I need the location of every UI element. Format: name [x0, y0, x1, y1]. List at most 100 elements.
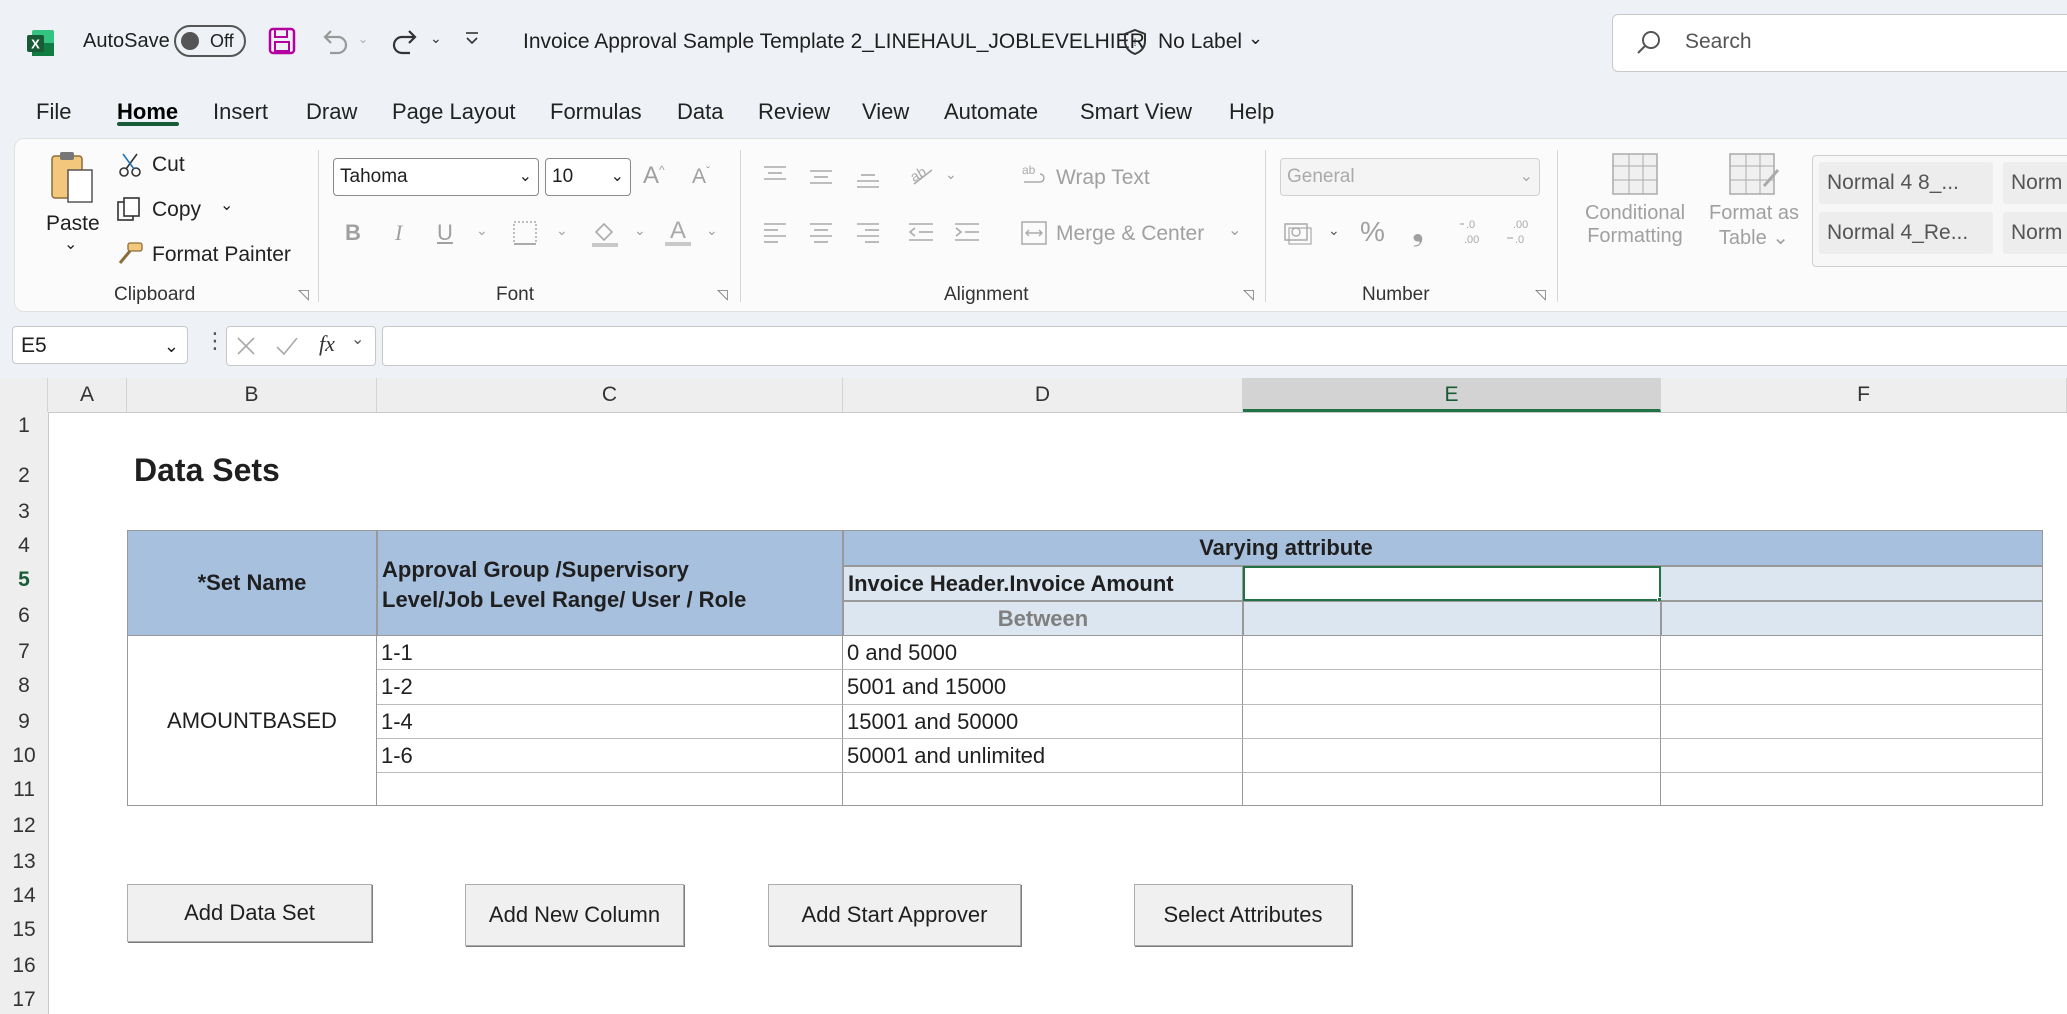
- row-header[interactable]: 7: [0, 640, 48, 664]
- row-header[interactable]: 9: [0, 710, 48, 734]
- align-top-icon[interactable]: [762, 164, 788, 191]
- tab-help[interactable]: Help: [1229, 99, 1274, 125]
- tab-draw[interactable]: Draw: [306, 99, 357, 125]
- comma-style-button[interactable]: ❟: [1412, 214, 1424, 248]
- empty-cell[interactable]: [1243, 670, 1661, 705]
- save-icon[interactable]: [268, 27, 296, 60]
- level-cell[interactable]: 1-4: [377, 705, 843, 739]
- row-header[interactable]: 8: [0, 674, 48, 698]
- search-box[interactable]: Search: [1612, 14, 2067, 72]
- empty-cell[interactable]: [377, 773, 843, 806]
- range-cell[interactable]: 50001 and unlimited: [843, 739, 1243, 773]
- empty-cell[interactable]: [1661, 636, 2043, 670]
- empty-cell[interactable]: [1243, 636, 1661, 670]
- align-bottom-icon[interactable]: [855, 168, 881, 195]
- selected-cell-e5[interactable]: [1243, 566, 1661, 601]
- empty-cell[interactable]: [1661, 670, 2043, 705]
- cell-style-item[interactable]: Norm: [2003, 212, 2067, 254]
- font-name-select[interactable]: Tahoma ⌄: [333, 158, 539, 196]
- tab-smart-view[interactable]: Smart View: [1080, 99, 1192, 125]
- font-size-select[interactable]: 10 ⌄: [545, 158, 631, 196]
- add-new-column-button[interactable]: Add New Column: [465, 884, 684, 946]
- tab-file[interactable]: File: [36, 99, 71, 125]
- tab-review[interactable]: Review: [758, 99, 830, 125]
- row-header[interactable]: 13: [0, 850, 48, 874]
- font-color-dropdown-icon[interactable]: ⌄: [706, 222, 718, 239]
- redo-icon[interactable]: [390, 27, 420, 60]
- font-color-icon[interactable]: A: [663, 216, 693, 253]
- insert-function-icon[interactable]: fx: [319, 331, 335, 357]
- percent-style-button[interactable]: %: [1360, 216, 1385, 248]
- cell-style-item[interactable]: Normal 4 8_...: [1819, 162, 1993, 204]
- range-cell[interactable]: 0 and 5000: [843, 636, 1243, 670]
- row-header[interactable]: 16: [0, 954, 48, 978]
- align-left-icon[interactable]: [762, 220, 788, 249]
- redo-dropdown-icon[interactable]: ⌄: [430, 30, 442, 47]
- fill-color-dropdown-icon[interactable]: ⌄: [634, 222, 646, 239]
- row-header[interactable]: 2: [0, 464, 48, 488]
- row-header[interactable]: 4: [0, 534, 48, 558]
- align-center-icon[interactable]: [808, 220, 834, 249]
- empty-cell[interactable]: [1243, 739, 1661, 773]
- more-options-icon[interactable]: ⋮: [204, 328, 226, 354]
- level-cell[interactable]: 1-1: [377, 636, 843, 670]
- row-header[interactable]: 6: [0, 604, 48, 628]
- clipboard-launcher-icon[interactable]: ◹: [298, 286, 309, 303]
- row-header[interactable]: 1: [0, 414, 48, 438]
- accounting-format-icon[interactable]: [1283, 220, 1313, 251]
- row-header[interactable]: 11: [0, 778, 48, 802]
- column-header-b[interactable]: B: [127, 378, 377, 412]
- range-cell[interactable]: 5001 and 15000: [843, 670, 1243, 705]
- underline-button[interactable]: U: [437, 220, 453, 246]
- tab-automate[interactable]: Automate: [944, 99, 1038, 125]
- empty-cell[interactable]: [843, 773, 1243, 806]
- italic-button[interactable]: I: [395, 220, 402, 246]
- format-as-table-button[interactable]: Format as Table ⌄: [1702, 152, 1806, 262]
- column-header-c[interactable]: C: [377, 378, 843, 412]
- enter-icon[interactable]: [275, 335, 299, 357]
- column-header-a[interactable]: A: [48, 378, 127, 412]
- tab-view[interactable]: View: [862, 99, 909, 125]
- row-header[interactable]: 12: [0, 814, 48, 838]
- name-box[interactable]: E5 ⌄: [12, 326, 188, 364]
- alignment-launcher-icon[interactable]: ◹: [1243, 286, 1254, 303]
- empty-cell[interactable]: [1661, 705, 2043, 739]
- tab-page-layout[interactable]: Page Layout: [392, 99, 516, 125]
- undo-icon[interactable]: [320, 27, 350, 60]
- paste-button[interactable]: Paste ⌄: [44, 150, 100, 262]
- orientation-icon[interactable]: ab: [906, 160, 936, 193]
- set-name-cell[interactable]: AMOUNTBASED: [127, 636, 377, 806]
- accounting-dropdown-icon[interactable]: ⌄: [1328, 222, 1340, 239]
- bold-button[interactable]: B: [345, 220, 361, 246]
- column-header-d[interactable]: D: [843, 378, 1243, 412]
- borders-icon[interactable]: [512, 220, 538, 251]
- cell-style-item[interactable]: Norm: [2003, 162, 2067, 204]
- operator-cell[interactable]: Between: [843, 601, 1243, 636]
- increase-decimal-icon[interactable]: .0.00: [1458, 216, 1490, 253]
- formula-input[interactable]: [382, 326, 2067, 366]
- number-format-select[interactable]: General ⌄: [1280, 158, 1540, 196]
- align-middle-icon[interactable]: [808, 166, 834, 193]
- undo-dropdown-icon[interactable]: ⌄: [358, 32, 368, 46]
- tab-data[interactable]: Data: [677, 99, 723, 125]
- empty-cell[interactable]: [1661, 739, 2043, 773]
- empty-cell[interactable]: [1243, 773, 1661, 806]
- decrease-font-icon[interactable]: Aˇ: [692, 164, 710, 189]
- level-cell[interactable]: 1-2: [377, 670, 843, 705]
- decrease-indent-icon[interactable]: [907, 220, 935, 249]
- operator-cell-e6[interactable]: [1243, 601, 1661, 636]
- conditional-formatting-button[interactable]: Conditional Formatting: [1572, 152, 1698, 262]
- attribute-cell-f5[interactable]: [1661, 566, 2043, 601]
- column-header-e[interactable]: E: [1243, 378, 1661, 412]
- autosave-toggle[interactable]: Off: [174, 25, 246, 57]
- attribute-name-cell[interactable]: Invoice Header.Invoice Amount: [843, 566, 1243, 601]
- cell-style-item[interactable]: Normal 4_Re...: [1819, 212, 1993, 254]
- customize-toolbar-icon[interactable]: [464, 30, 480, 51]
- borders-dropdown-icon[interactable]: ⌄: [556, 222, 568, 239]
- add-start-approver-button[interactable]: Add Start Approver: [768, 884, 1021, 946]
- orientation-dropdown-icon[interactable]: ⌄: [945, 166, 957, 183]
- row-header[interactable]: 10: [0, 744, 48, 768]
- level-cell[interactable]: 1-6: [377, 739, 843, 773]
- empty-cell[interactable]: [1243, 705, 1661, 739]
- row-header[interactable]: 17: [0, 988, 48, 1012]
